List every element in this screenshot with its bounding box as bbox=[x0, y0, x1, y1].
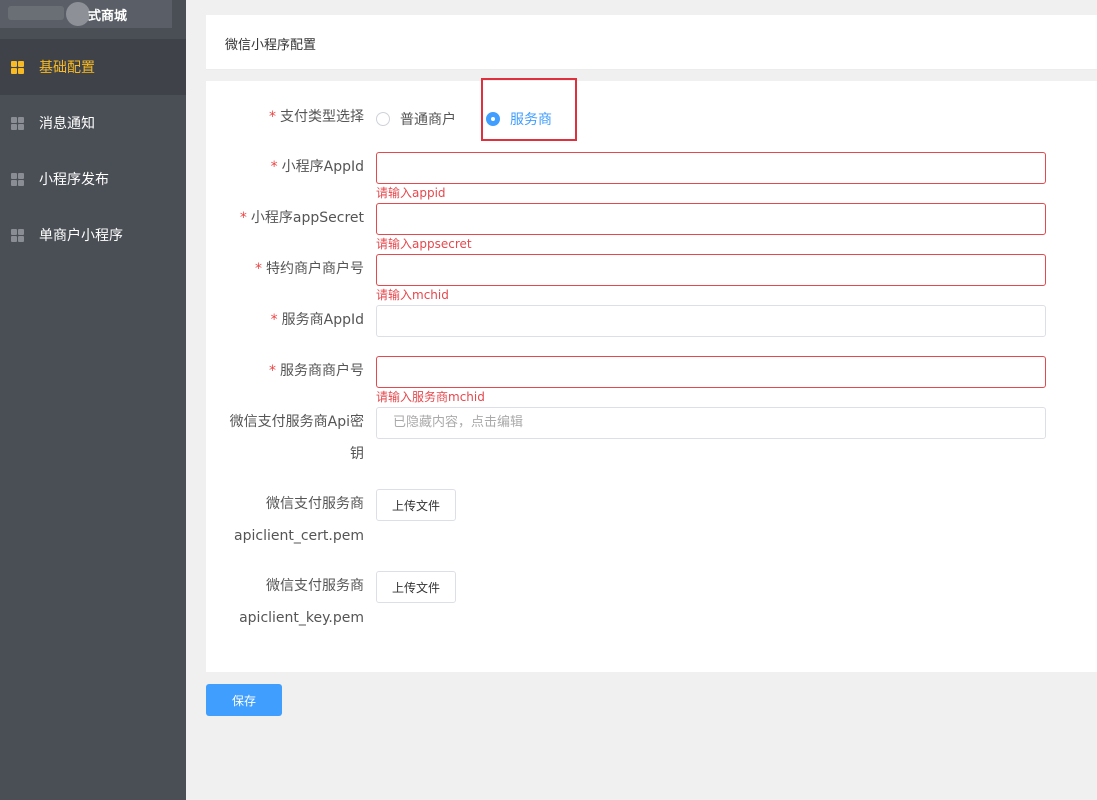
grid-icon bbox=[11, 172, 24, 186]
appsecret-error: 请输入appsecret bbox=[376, 237, 472, 251]
mchid-label: * 特约商户商户号 bbox=[255, 261, 364, 277]
upload-key-button[interactable]: 上传文件 bbox=[376, 571, 456, 603]
sidebar-item-miniprogram-publish[interactable]: 小程序发布 bbox=[0, 151, 186, 207]
sp-mchid-label: * 服务商商户号 bbox=[269, 363, 364, 379]
sidebar-item-label: 单商户小程序 bbox=[39, 228, 123, 244]
brand-logo-blurred bbox=[8, 6, 64, 20]
grid-icon bbox=[11, 116, 24, 130]
appid-label: * 小程序AppId bbox=[270, 159, 364, 175]
sidebar-item-single-merchant[interactable]: 单商户小程序 bbox=[0, 207, 186, 263]
cert-label-line2: apiclient_cert.pem bbox=[234, 528, 364, 544]
appid-error: 请输入appid bbox=[376, 186, 446, 200]
sp-appid-label: * 服务商AppId bbox=[270, 312, 364, 328]
key-label-line2: apiclient_key.pem bbox=[239, 610, 364, 626]
brand-avatar bbox=[66, 2, 90, 26]
appid-input[interactable] bbox=[376, 152, 1046, 184]
brand-name: 式商城 bbox=[88, 9, 128, 24]
pay-type-label: * 支付类型选择 bbox=[269, 109, 364, 125]
page-header: 微信小程序配置 bbox=[206, 15, 1097, 70]
key-label-line1: 微信支付服务商 bbox=[266, 578, 364, 594]
sidebar-item-label: 基础配置 bbox=[39, 60, 95, 76]
sidebar: 式商城 基础配置 消息通知 小程序发布 单商户小程序 bbox=[0, 0, 186, 800]
appsecret-label: * 小程序appSecret bbox=[239, 210, 364, 226]
sidebar-item-basic-config[interactable]: 基础配置 bbox=[0, 39, 186, 95]
highlight-box bbox=[481, 78, 577, 141]
sidebar-item-label: 消息通知 bbox=[39, 116, 95, 132]
brand-logo: 式商城 bbox=[0, 0, 172, 28]
radio-normal-merchant[interactable]: 普通商户 bbox=[376, 109, 456, 129]
sp-appid-input[interactable] bbox=[376, 305, 1046, 337]
grid-icon bbox=[11, 60, 24, 74]
api-key-label-line1: 微信支付服务商Api密 bbox=[229, 414, 364, 430]
api-key-label-line2: 钥 bbox=[350, 446, 364, 462]
grid-icon bbox=[11, 228, 24, 242]
sp-mchid-error: 请输入服务商mchid bbox=[376, 390, 485, 404]
sidebar-item-message-notice[interactable]: 消息通知 bbox=[0, 95, 186, 151]
page-title: 微信小程序配置 bbox=[225, 38, 317, 53]
mchid-error: 请输入mchid bbox=[376, 288, 449, 302]
sp-mchid-input[interactable] bbox=[376, 356, 1046, 388]
upload-cert-button[interactable]: 上传文件 bbox=[376, 489, 456, 521]
required-mark: * bbox=[269, 109, 276, 125]
sidebar-item-label: 小程序发布 bbox=[39, 172, 109, 188]
appsecret-input[interactable] bbox=[376, 203, 1046, 235]
mchid-input[interactable] bbox=[376, 254, 1046, 286]
save-button[interactable]: 保存 bbox=[206, 684, 282, 716]
radio-label: 普通商户 bbox=[400, 112, 456, 128]
cert-label-line1: 微信支付服务商 bbox=[266, 496, 364, 512]
api-key-input[interactable]: 已隐藏内容，点击编辑 bbox=[376, 407, 1046, 439]
radio-icon bbox=[376, 112, 390, 126]
